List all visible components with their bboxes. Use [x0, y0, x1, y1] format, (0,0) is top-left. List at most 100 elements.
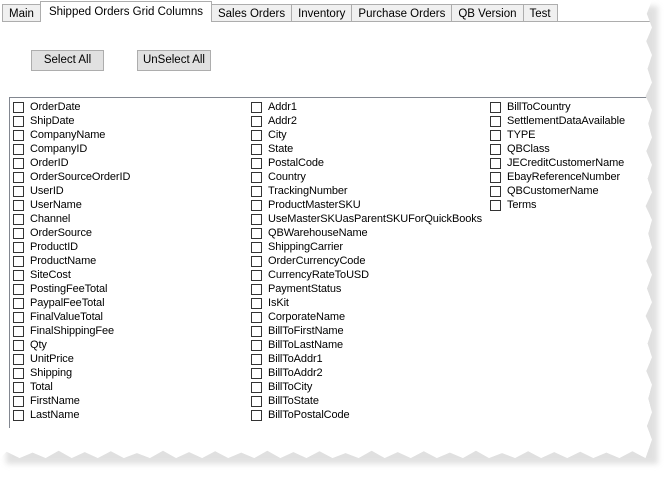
- checkbox[interactable]: [13, 241, 24, 253]
- checkbox[interactable]: [251, 255, 262, 267]
- checkbox[interactable]: [251, 311, 262, 323]
- column-option-billtocity[interactable]: BillToCity: [251, 380, 482, 394]
- checkbox[interactable]: [251, 157, 262, 169]
- column-option-sitecost[interactable]: SiteCost: [13, 268, 130, 282]
- select-all-button[interactable]: Select All: [31, 50, 104, 71]
- column-option-ordersource[interactable]: OrderSource: [13, 226, 130, 240]
- checkbox[interactable]: [13, 353, 24, 365]
- column-option-addr2[interactable]: Addr2: [251, 114, 482, 128]
- checkbox[interactable]: [251, 339, 262, 351]
- checkbox[interactable]: [13, 269, 24, 281]
- checkbox[interactable]: [13, 297, 24, 309]
- checkbox[interactable]: [251, 185, 262, 197]
- checkbox[interactable]: [251, 115, 262, 127]
- checkbox[interactable]: [490, 143, 501, 155]
- column-option-paypalfeetotal[interactable]: PaypalFeeTotal: [13, 296, 130, 310]
- column-option-currencyratetousd[interactable]: CurrencyRateToUSD: [251, 268, 482, 282]
- checkbox[interactable]: [13, 129, 24, 141]
- checkbox[interactable]: [13, 143, 24, 155]
- checkbox[interactable]: [251, 381, 262, 393]
- column-option-ordercurrencycode[interactable]: OrderCurrencyCode: [251, 254, 482, 268]
- checkbox[interactable]: [490, 101, 501, 113]
- column-option-type[interactable]: TYPE: [490, 128, 625, 142]
- column-option-qbwarehousename[interactable]: QBWarehouseName: [251, 226, 482, 240]
- tab-qb-version[interactable]: QB Version: [451, 4, 524, 22]
- column-option-qbclass[interactable]: QBClass: [490, 142, 625, 156]
- column-option-trackingnumber[interactable]: TrackingNumber: [251, 184, 482, 198]
- checkbox[interactable]: [251, 143, 262, 155]
- checkbox[interactable]: [490, 185, 501, 197]
- column-option-qty[interactable]: Qty: [13, 338, 130, 352]
- column-option-state[interactable]: State: [251, 142, 482, 156]
- checkbox[interactable]: [490, 129, 501, 141]
- checkbox[interactable]: [251, 199, 262, 211]
- column-option-paymentstatus[interactable]: PaymentStatus: [251, 282, 482, 296]
- checkbox[interactable]: [13, 115, 24, 127]
- checkbox[interactable]: [490, 171, 501, 183]
- column-option-productmastersku[interactable]: ProductMasterSKU: [251, 198, 482, 212]
- checkbox[interactable]: [490, 115, 501, 127]
- checkbox[interactable]: [13, 255, 24, 267]
- checkbox[interactable]: [13, 311, 24, 323]
- column-option-usemasterskuasparentskuforquickbooks[interactable]: UseMasterSKUasParentSKUForQuickBooks: [251, 212, 482, 226]
- column-option-finalshippingfee[interactable]: FinalShippingFee: [13, 324, 130, 338]
- column-option-productname[interactable]: ProductName: [13, 254, 130, 268]
- column-option-shipping[interactable]: Shipping: [13, 366, 130, 380]
- checkbox[interactable]: [251, 269, 262, 281]
- checkbox[interactable]: [251, 283, 262, 295]
- tab-shipped-orders-grid-columns[interactable]: Shipped Orders Grid Columns: [39, 1, 212, 22]
- column-option-ordersourceorderid[interactable]: OrderSourceOrderID: [13, 170, 130, 184]
- column-option-billtofirstname[interactable]: BillToFirstName: [251, 324, 482, 338]
- checkbox[interactable]: [13, 409, 24, 421]
- checkbox[interactable]: [13, 381, 24, 393]
- column-option-shipdate[interactable]: ShipDate: [13, 114, 130, 128]
- column-option-billtostate[interactable]: BillToState: [251, 394, 482, 408]
- tab-purchase-orders[interactable]: Purchase Orders: [351, 4, 453, 22]
- tab-main[interactable]: Main: [2, 4, 41, 22]
- unselect-all-button[interactable]: UnSelect All: [137, 50, 211, 71]
- column-option-finalvaluetotal[interactable]: FinalValueTotal: [13, 310, 130, 324]
- column-option-corporatename[interactable]: CorporateName: [251, 310, 482, 324]
- checkbox[interactable]: [13, 227, 24, 239]
- checkbox[interactable]: [251, 353, 262, 365]
- checkbox[interactable]: [13, 339, 24, 351]
- column-option-companyid[interactable]: CompanyID: [13, 142, 130, 156]
- column-option-lastname[interactable]: LastName: [13, 408, 130, 422]
- checkbox[interactable]: [13, 171, 24, 183]
- tab-test[interactable]: Test: [522, 4, 558, 22]
- column-option-orderdate[interactable]: OrderDate: [13, 100, 130, 114]
- checkbox[interactable]: [13, 213, 24, 225]
- column-option-orderid[interactable]: OrderID: [13, 156, 130, 170]
- column-option-jecreditcustomername[interactable]: JECreditCustomerName: [490, 156, 625, 170]
- column-option-userid[interactable]: UserID: [13, 184, 130, 198]
- checkbox[interactable]: [251, 227, 262, 239]
- column-option-billtolastname[interactable]: BillToLastName: [251, 338, 482, 352]
- column-option-firstname[interactable]: FirstName: [13, 394, 130, 408]
- checkbox[interactable]: [13, 185, 24, 197]
- column-option-country[interactable]: Country: [251, 170, 482, 184]
- column-option-productid[interactable]: ProductID: [13, 240, 130, 254]
- column-option-addr1[interactable]: Addr1: [251, 100, 482, 114]
- checkbox[interactable]: [251, 129, 262, 141]
- checkbox[interactable]: [251, 395, 262, 407]
- column-option-settlementdataavailable[interactable]: SettlementDataAvailable: [490, 114, 625, 128]
- checkbox[interactable]: [13, 157, 24, 169]
- column-option-terms[interactable]: Terms: [490, 198, 625, 212]
- column-option-billtocountry[interactable]: BillToCountry: [490, 100, 625, 114]
- checkbox[interactable]: [490, 157, 501, 169]
- column-option-billtoaddr2[interactable]: BillToAddr2: [251, 366, 482, 380]
- checkbox[interactable]: [251, 171, 262, 183]
- column-option-postalcode[interactable]: PostalCode: [251, 156, 482, 170]
- column-option-postingfeetotal[interactable]: PostingFeeTotal: [13, 282, 130, 296]
- checkbox[interactable]: [13, 395, 24, 407]
- checkbox[interactable]: [251, 297, 262, 309]
- checkbox[interactable]: [13, 325, 24, 337]
- column-option-qbcustomername[interactable]: QBCustomerName: [490, 184, 625, 198]
- column-option-channel[interactable]: Channel: [13, 212, 130, 226]
- checkbox[interactable]: [13, 367, 24, 379]
- tab-sales-orders[interactable]: Sales Orders: [210, 4, 293, 22]
- checkbox[interactable]: [251, 101, 262, 113]
- column-option-total[interactable]: Total: [13, 380, 130, 394]
- checkbox[interactable]: [251, 409, 262, 421]
- checkbox[interactable]: [251, 213, 262, 225]
